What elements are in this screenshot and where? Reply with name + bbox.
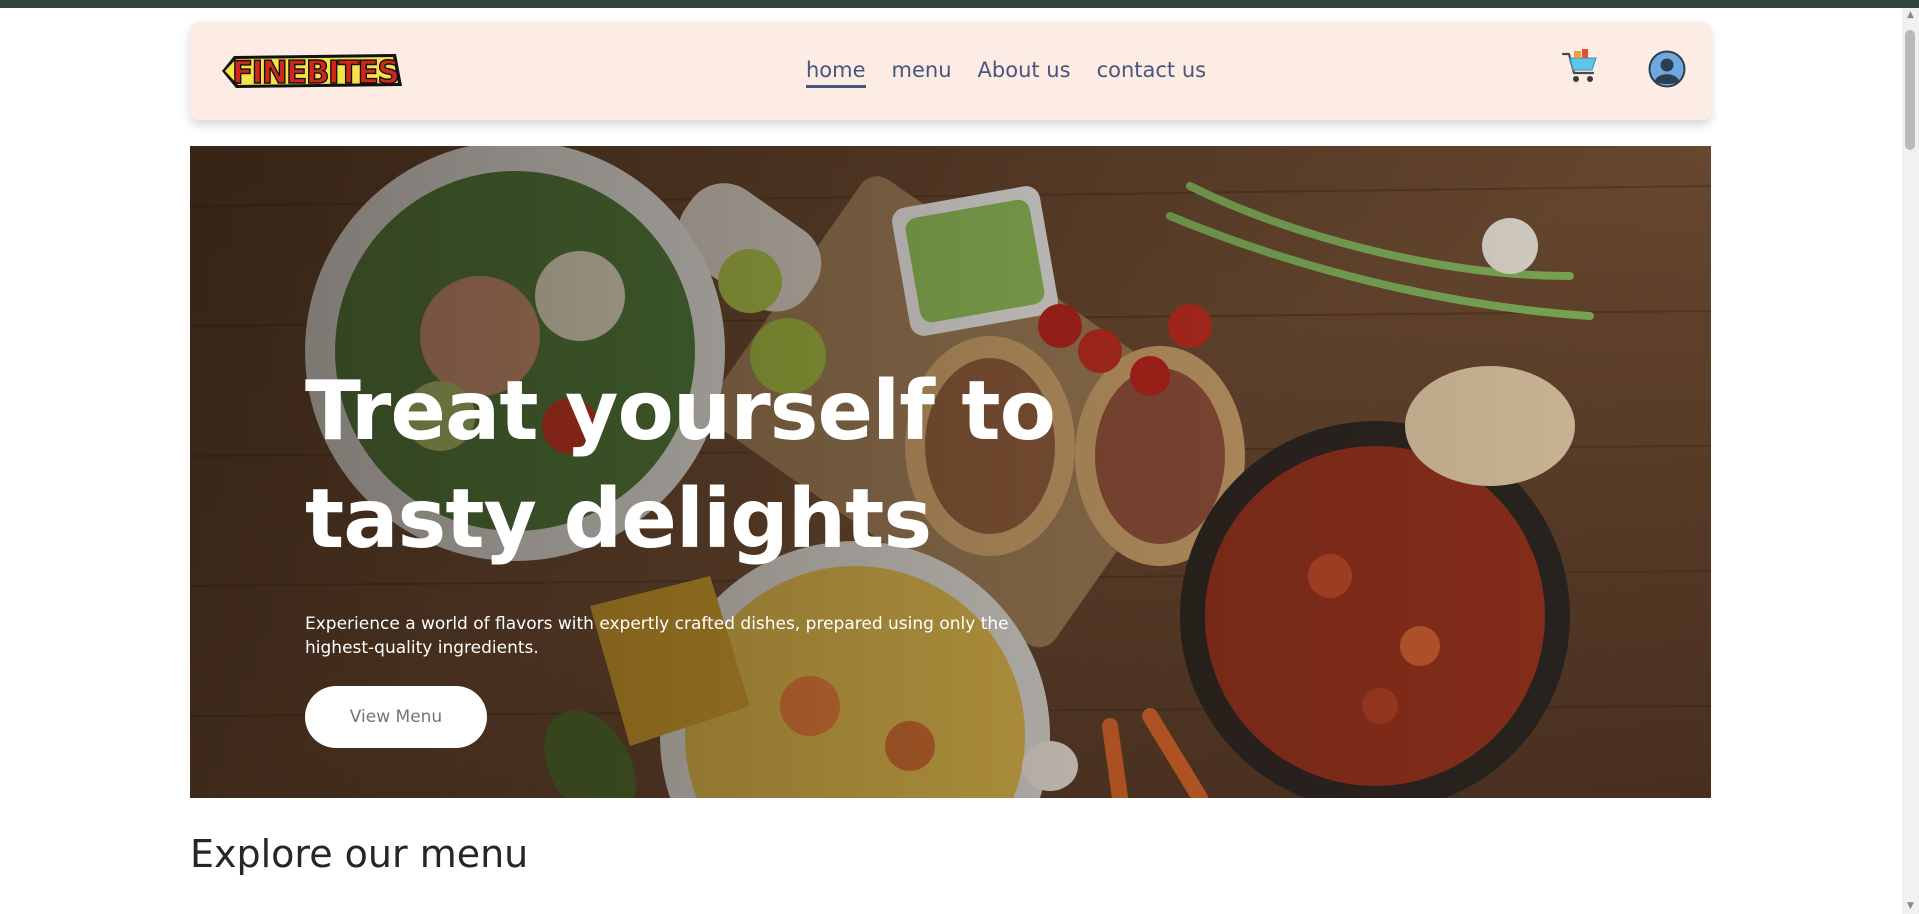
hero-title: Treat yourself to tasty delights [305, 358, 1065, 574]
finebites-logo[interactable]: FINEBITES [216, 46, 406, 96]
hero-title-line-1: Treat yourself to [305, 364, 1056, 459]
scroll-up-arrow-icon[interactable]: ▲ [1902, 8, 1919, 23]
nav-home[interactable]: home [806, 58, 866, 88]
nav-links: home menu About us contact us [806, 58, 1206, 88]
user-profile-icon[interactable] [1648, 50, 1686, 88]
logo-text-fine: FINEBITES [232, 55, 398, 91]
hero-content: Treat yourself to tasty delights Experie… [305, 358, 1065, 748]
hero-description: Experience a world of flavors with exper… [305, 614, 1009, 658]
nav-menu[interactable]: menu [892, 58, 952, 88]
hero-banner: Treat yourself to tasty delights Experie… [190, 146, 1711, 798]
navbar: FINEBITES home menu About us contact us [190, 22, 1711, 120]
top-strip [0, 0, 1919, 8]
view-menu-button[interactable]: View Menu [305, 686, 487, 748]
nav-contact-us[interactable]: contact us [1097, 58, 1207, 88]
page-scrollbar[interactable]: ▲ ▼ [1902, 8, 1919, 914]
nav-about-us[interactable]: About us [978, 58, 1071, 88]
scrollbar-thumb[interactable] [1905, 30, 1915, 150]
scroll-down-arrow-icon[interactable]: ▼ [1902, 899, 1919, 914]
explore-menu-heading: Explore our menu [190, 832, 529, 876]
shopping-cart-icon[interactable] [1560, 46, 1600, 86]
hero-title-line-2: tasty delights [305, 472, 932, 567]
